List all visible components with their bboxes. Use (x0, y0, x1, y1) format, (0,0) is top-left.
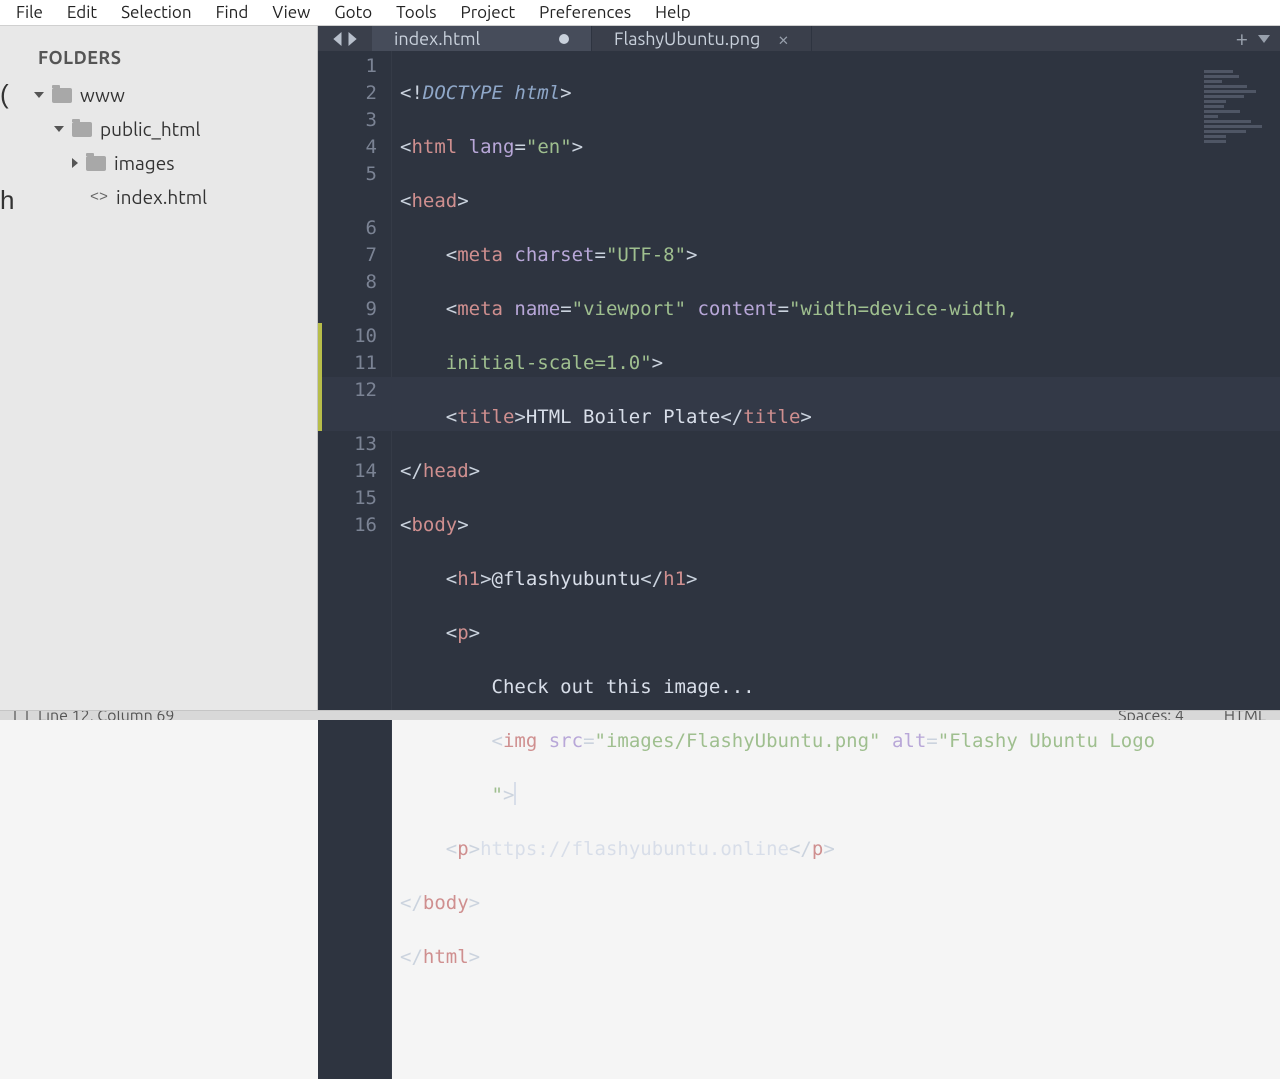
code-editor[interactable]: 123 45 678 91011 1213 141516 <!DOCTYPE h… (318, 51, 1280, 1079)
tab-label: index.html (394, 29, 480, 49)
tab-index-html[interactable]: index.html (372, 26, 592, 51)
menu-project[interactable]: Project (449, 1, 528, 24)
tab-flashyubuntu-png[interactable]: FlashyUbuntu.png × (592, 26, 812, 51)
close-icon[interactable]: × (778, 27, 789, 50)
code-content[interactable]: <!DOCTYPE html> <html lang="en"> <head> … (392, 51, 1280, 1079)
tree-file-index[interactable]: <> index.html (0, 180, 317, 214)
sidebar: ( h FOLDERS www public_html images <> (0, 26, 318, 710)
folder-icon (72, 122, 92, 137)
folder-tree: www public_html images <> index.html (0, 78, 317, 214)
html-file-icon: <> (90, 189, 108, 206)
nav-forward-icon[interactable] (346, 32, 358, 46)
menu-edit[interactable]: Edit (55, 1, 109, 24)
chevron-down-icon[interactable] (54, 126, 64, 132)
text-cursor (514, 782, 516, 805)
clipped-window-fragment: ( h (0, 76, 14, 219)
editor-area: index.html FlashyUbuntu.png × + (318, 26, 1280, 710)
tree-label: public_html (100, 118, 201, 140)
tree-root-www[interactable]: www (0, 78, 317, 112)
menu-preferences[interactable]: Preferences (527, 1, 643, 24)
status-panel-toggle-icon[interactable] (14, 710, 28, 720)
line-number-gutter: 123 45 678 91011 1213 141516 (318, 51, 392, 1079)
menu-selection[interactable]: Selection (109, 1, 204, 24)
chevron-down-icon[interactable] (34, 92, 44, 98)
menu-tools[interactable]: Tools (384, 1, 448, 24)
menu-file[interactable]: File (4, 1, 55, 24)
menu-help[interactable]: Help (643, 1, 703, 24)
tree-label: www (80, 84, 125, 106)
tree-images[interactable]: images (0, 146, 317, 180)
menu-find[interactable]: Find (204, 1, 261, 24)
tree-label: index.html (116, 186, 207, 208)
status-syntax[interactable]: HTML (1224, 710, 1266, 720)
menu-bar: File Edit Selection Find View Goto Tools… (0, 0, 1280, 26)
menu-view[interactable]: View (260, 1, 322, 24)
tab-history-nav (318, 26, 372, 51)
dirty-indicator-icon (559, 34, 569, 44)
status-bar: Line 12, Column 69 Spaces: 4 HTML (0, 710, 1280, 720)
tab-bar: index.html FlashyUbuntu.png × + (318, 26, 1280, 51)
folder-icon (52, 88, 72, 103)
status-indent[interactable]: Spaces: 4 (1118, 710, 1184, 720)
status-cursor-position: Line 12, Column 69 (38, 710, 174, 720)
folders-header: FOLDERS (0, 32, 317, 78)
chevron-right-icon[interactable] (72, 158, 78, 168)
tree-label: images (114, 152, 174, 174)
nav-back-icon[interactable] (332, 32, 344, 46)
new-tab-icon[interactable]: + (1236, 26, 1248, 51)
tree-public-html[interactable]: public_html (0, 112, 317, 146)
menu-goto[interactable]: Goto (322, 1, 384, 24)
folder-icon (86, 156, 106, 171)
tab-dropdown-icon[interactable] (1258, 35, 1270, 43)
tab-label: FlashyUbuntu.png (614, 29, 760, 49)
